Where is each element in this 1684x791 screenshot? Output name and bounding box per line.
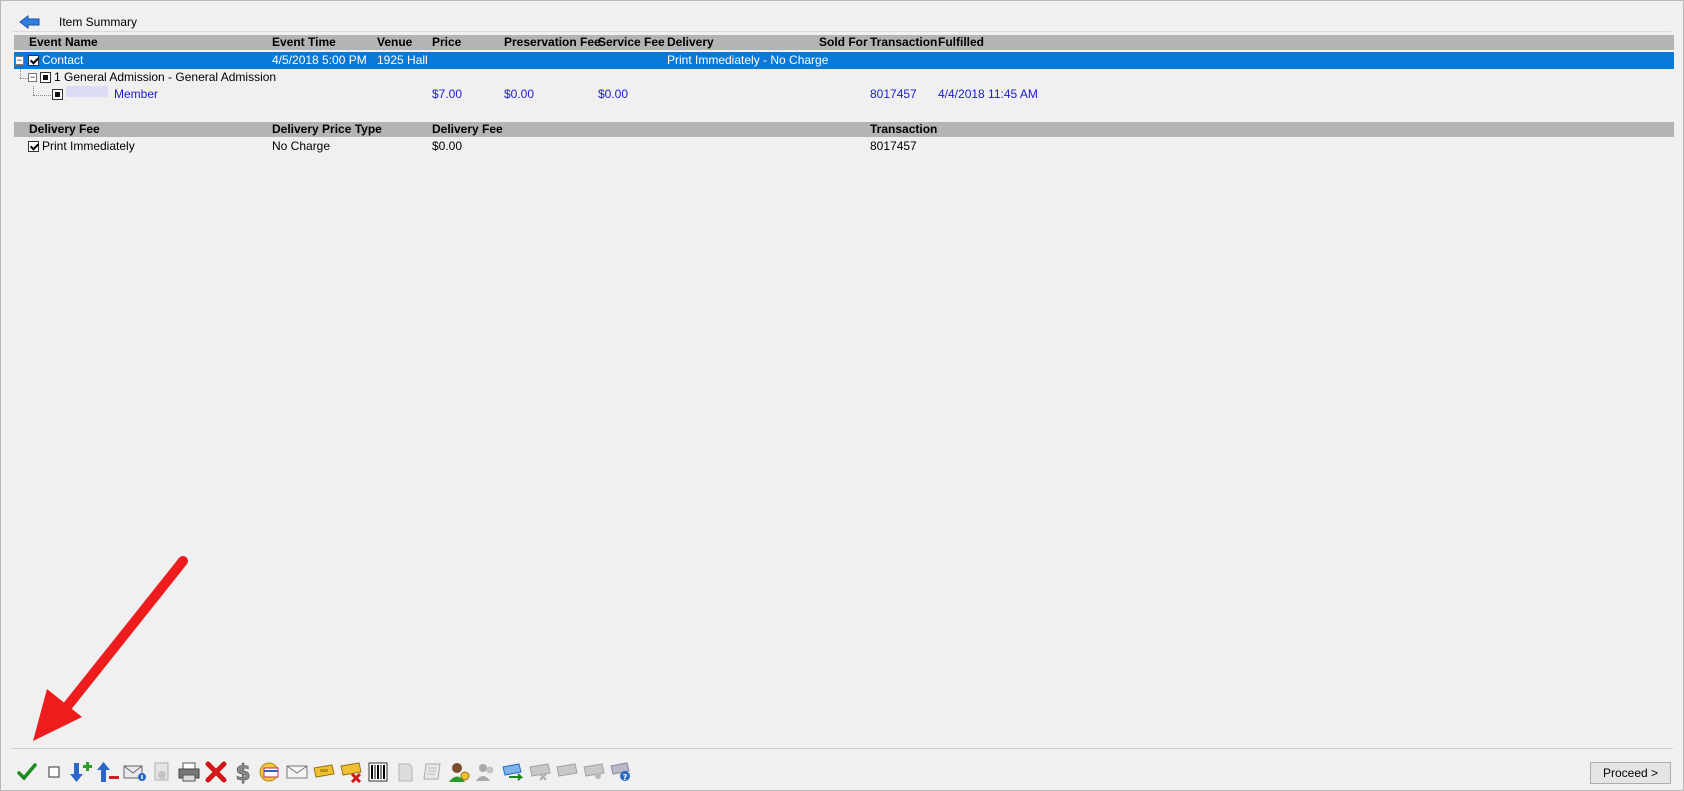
ticket-service-fee: $0.00 xyxy=(598,87,629,101)
tree-line xyxy=(20,78,28,79)
event-delivery: Print Immediately - No Charge xyxy=(667,53,829,67)
collapse-toggle[interactable]: − xyxy=(15,56,24,65)
svg-text:?: ? xyxy=(622,773,627,782)
ticket-row[interactable]: Member $7.00 $0.00 $0.00 8017457 4/4/201… xyxy=(14,86,1674,103)
proceed-button[interactable]: Proceed > xyxy=(1590,762,1671,784)
event-venue: 1925 Hall xyxy=(377,53,428,67)
ticket-checkbox[interactable] xyxy=(52,89,63,100)
delivery-fee: $0.00 xyxy=(432,139,463,153)
delivery-transaction: 8017457 xyxy=(870,139,917,153)
page-title: Item Summary xyxy=(59,15,138,29)
users-icon xyxy=(472,759,499,785)
document-info-icon xyxy=(148,759,175,785)
tree-line xyxy=(20,69,21,78)
col-delivery-transaction[interactable]: Transaction xyxy=(870,122,937,137)
section-row[interactable]: − 1 General Admission - General Admissio… xyxy=(14,69,1674,86)
ticket-name: Member xyxy=(114,87,159,101)
ticket-gray-2-icon xyxy=(553,759,580,785)
ticket-gray-3-icon xyxy=(580,759,607,785)
col-event-time[interactable]: Event Time xyxy=(272,35,336,50)
delivery-grid-header: Delivery Fee Delivery Price Type Deliver… xyxy=(14,122,1674,137)
event-time: 4/5/2018 5:00 PM xyxy=(272,53,367,67)
delivery-price-type: No Charge xyxy=(272,139,331,153)
col-delivery[interactable]: Delivery xyxy=(667,35,714,50)
scroll-icon xyxy=(418,759,445,785)
email-info-icon[interactable] xyxy=(121,759,148,785)
ticket-fulfilled: 4/4/2018 11:45 AM xyxy=(938,87,1038,101)
col-transaction[interactable]: Transaction xyxy=(870,35,937,50)
col-fulfilled[interactable]: Fulfilled xyxy=(938,35,984,50)
svg-text:$: $ xyxy=(235,761,250,784)
collapse-toggle[interactable]: − xyxy=(28,73,37,82)
barcode-icon[interactable] xyxy=(364,759,391,785)
col-delivery-fee[interactable]: Delivery Fee xyxy=(432,122,503,137)
envelope-icon[interactable] xyxy=(283,759,310,785)
event-row[interactable]: − Contact 4/5/2018 5:00 PM 1925 Hall Pri… xyxy=(14,52,1674,69)
delivery-fee-name: Print Immediately xyxy=(42,139,135,153)
payment-card-icon[interactable] xyxy=(256,759,283,785)
ticket-help-icon[interactable]: ? xyxy=(607,759,634,785)
toolbar-divider xyxy=(11,748,1673,749)
printer-icon[interactable] xyxy=(175,759,202,785)
col-delivery-fee-name[interactable]: Delivery Fee xyxy=(29,122,100,137)
check-all-icon[interactable] xyxy=(13,759,40,785)
uncheck-all-icon[interactable] xyxy=(40,759,67,785)
section-label: 1 General Admission - General Admission xyxy=(54,70,277,84)
document-icon xyxy=(391,759,418,785)
ticket-exchange-icon[interactable] xyxy=(499,759,526,785)
ticket-icon[interactable] xyxy=(310,759,337,785)
dollar-icon[interactable]: $ xyxy=(229,759,256,785)
ticket-preservation-fee: $0.00 xyxy=(504,87,535,101)
delete-icon[interactable] xyxy=(202,759,229,785)
tree-line xyxy=(33,95,51,96)
col-preservation-fee[interactable]: Preservation Fee xyxy=(504,35,601,50)
event-name: Contact xyxy=(42,53,84,67)
col-service-fee[interactable]: Service Fee xyxy=(598,35,665,50)
header-divider xyxy=(13,31,1671,32)
ticket-price: $7.00 xyxy=(432,87,463,101)
items-grid-header: Event Name Event Time Venue Price Preser… xyxy=(14,35,1674,50)
delivery-row[interactable]: Print Immediately No Charge $0.00 801745… xyxy=(14,138,1674,155)
col-venue[interactable]: Venue xyxy=(377,35,412,50)
ticket-transaction: 8017457 xyxy=(870,87,917,101)
remove-up-icon[interactable] xyxy=(94,759,121,785)
delivery-checkbox[interactable] xyxy=(28,141,39,152)
item-summary-window: Item Summary Event Name Event Time Venue… xyxy=(0,0,1684,791)
col-delivery-price-type[interactable]: Delivery Price Type xyxy=(272,122,382,137)
event-checkbox[interactable] xyxy=(28,55,39,66)
ticket-gray-1-icon xyxy=(526,759,553,785)
item-summary-header: Item Summary xyxy=(17,12,137,32)
col-event-name[interactable]: Event Name xyxy=(29,35,98,50)
add-down-icon[interactable] xyxy=(67,759,94,785)
section-checkbox[interactable] xyxy=(40,72,51,83)
ticket-remove-icon[interactable] xyxy=(337,759,364,785)
bottom-toolbar: $ ? xyxy=(13,759,634,785)
col-sold-for[interactable]: Sold For xyxy=(819,35,868,50)
back-arrow-icon[interactable] xyxy=(17,12,43,32)
col-price[interactable]: Price xyxy=(432,35,461,50)
tree-line xyxy=(33,86,34,95)
user-assign-icon[interactable] xyxy=(445,759,472,785)
